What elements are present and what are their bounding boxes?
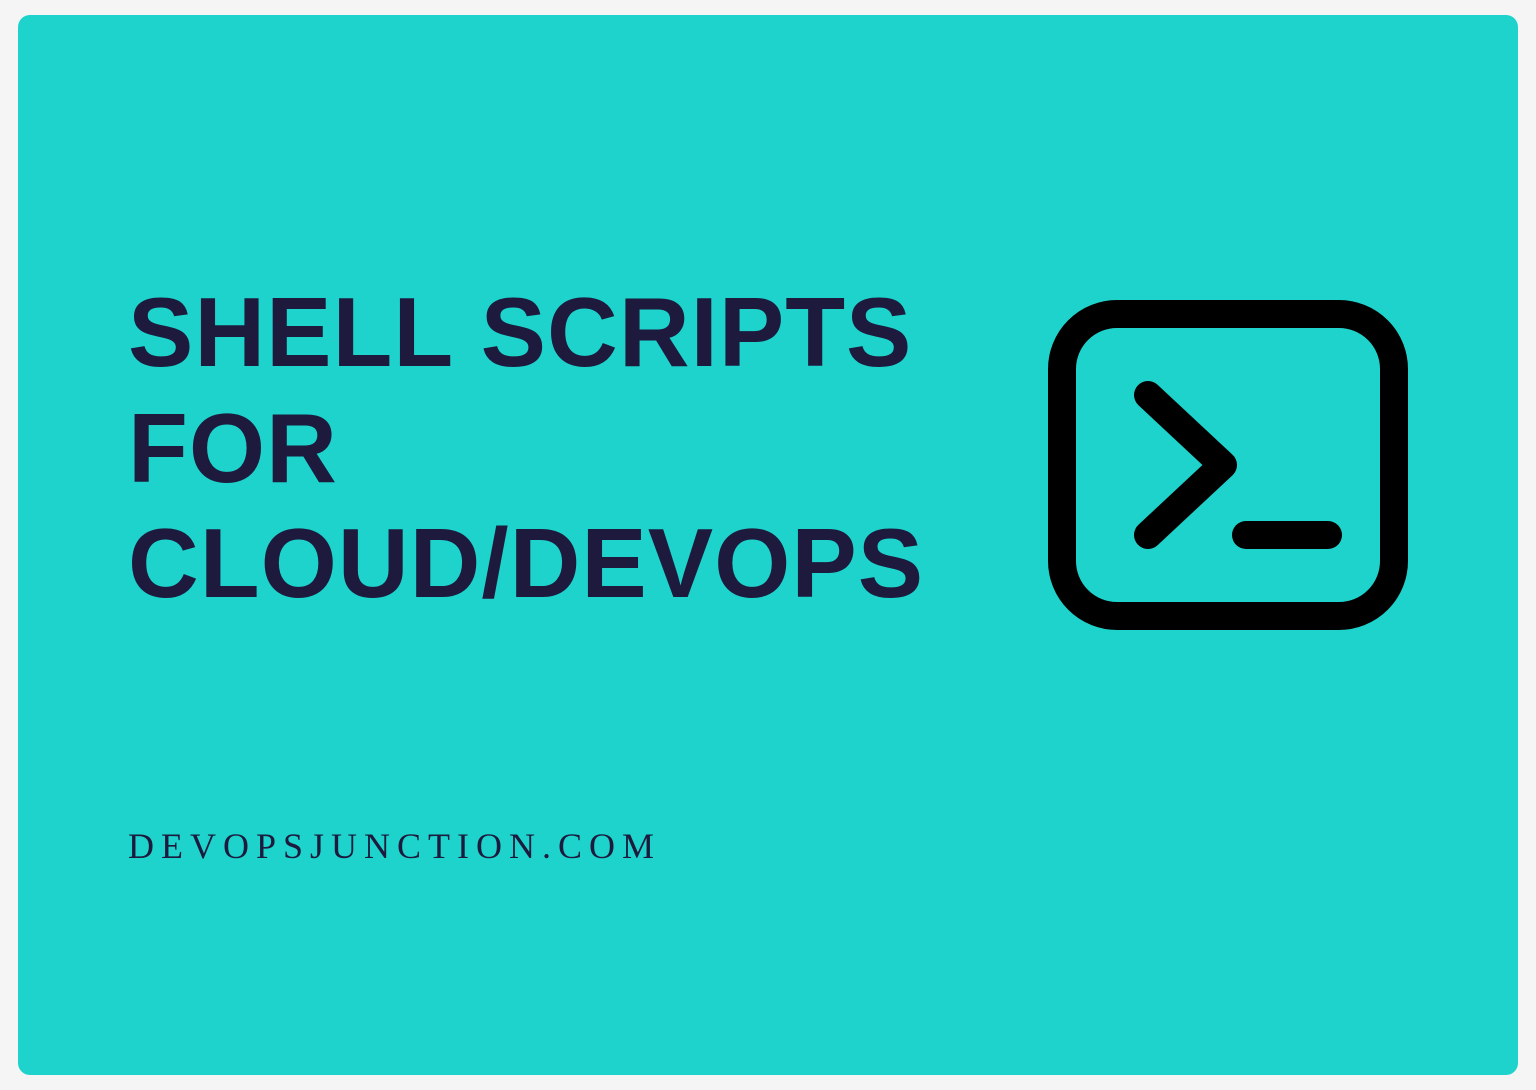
banner-card: SHELL SCRIPTS FOR CLOUD/DEVOPS DEVOPSJUN…: [18, 15, 1518, 1075]
heading-line-2: FOR: [128, 391, 924, 507]
heading-line-3: CLOUD/DEVOPS: [128, 506, 924, 622]
terminal-icon: [1048, 300, 1408, 630]
heading-block: SHELL SCRIPTS FOR CLOUD/DEVOPS: [128, 275, 924, 622]
website-url: DEVOPSJUNCTION.COM: [128, 825, 661, 867]
heading-line-1: SHELL SCRIPTS: [128, 275, 924, 391]
